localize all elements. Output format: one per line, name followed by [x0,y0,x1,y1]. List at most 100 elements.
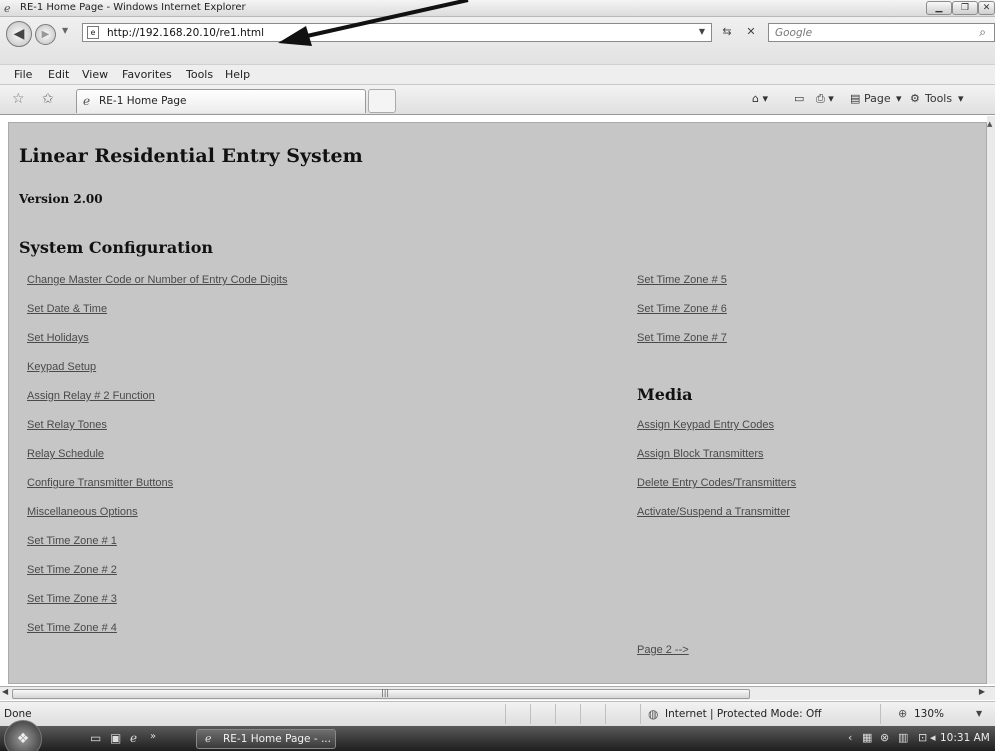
link-change-master-code[interactable]: Change Master Code or Number of Entry Co… [27,274,287,286]
link-activate-suspend-transmitter[interactable]: Activate/Suspend a Transmitter [637,506,790,518]
vertical-scrollbar[interactable]: ▲ [987,116,995,684]
scrollbar-thumb[interactable]: ||| [12,688,750,699]
forward-arrow-icon: ▶ [41,29,50,40]
link-page-2[interactable]: Page 2 --> [637,644,689,656]
link-set-time-zone-3[interactable]: Set Time Zone # 3 [27,593,117,605]
menu-help[interactable]: Help [225,68,250,81]
restore-button[interactable]: ❐ [952,1,978,15]
window-title: RE-1 Home Page - Windows Internet Explor… [20,2,246,13]
close-button[interactable]: ✕ [978,1,995,15]
scrollbar-grip-icon: ||| [381,688,390,697]
address-input[interactable]: e http://192.168.20.10/re1.html ▼ [82,23,712,42]
link-set-time-zone-5[interactable]: Set Time Zone # 5 [637,274,727,286]
link-set-date-time[interactable]: Set Date & Time [27,303,107,315]
link-set-time-zone-4[interactable]: Set Time Zone # 4 [27,622,117,634]
status-divider [505,704,506,724]
link-set-time-zone-1[interactable]: Set Time Zone # 1 [27,535,117,547]
switch-windows-icon[interactable]: ▣ [110,731,121,745]
security-zone[interactable]: Internet | Protected Mode: Off [665,708,821,720]
ie-page-icon: ℯ [83,94,91,108]
minimize-button[interactable]: ▁ [926,1,952,15]
status-divider [640,704,641,724]
tray-security-icon[interactable]: ⊗ [880,731,889,744]
status-divider [530,704,531,724]
link-set-holidays[interactable]: Set Holidays [27,332,89,344]
back-button[interactable]: ◀ [6,21,32,47]
window-title-bar[interactable]: ℯ RE-1 Home Page - Windows Internet Expl… [0,0,995,17]
page-dropdown-icon: ▾ [896,92,902,105]
show-desktop-icon[interactable]: ▭ [90,731,101,745]
menu-favorites[interactable]: Favorites [122,68,172,81]
link-set-time-zone-7[interactable]: Set Time Zone # 7 [637,332,727,344]
add-favorite-icon[interactable]: ✩ [42,91,54,107]
taskbar-ie-window[interactable]: ℯ RE-1 Home Page - ... [196,729,336,749]
address-dropdown-icon[interactable]: ▼ [699,27,705,36]
scroll-up-arrow-icon[interactable]: ▲ [987,120,992,128]
link-set-relay-tones[interactable]: Set Relay Tones [27,419,107,431]
search-input[interactable]: Google ⌕ [768,23,995,42]
link-configure-transmitter-buttons[interactable]: Configure Transmitter Buttons [27,477,173,489]
tab-label: RE-1 Home Page [99,95,187,107]
page-title: Linear Residential Entry System [19,145,363,167]
page-menu-icon: ▤ [850,92,861,105]
print-icon[interactable]: ⎙ ▾ [816,92,834,106]
search-icon[interactable]: ⌕ [979,25,986,40]
media-heading: Media [637,385,693,404]
tray-device-icon[interactable]: ▥ [898,731,908,744]
menu-edit[interactable]: Edit [48,68,69,81]
new-tab-button[interactable] [368,89,396,113]
menu-file[interactable]: File [14,68,32,81]
link-set-time-zone-6[interactable]: Set Time Zone # 6 [637,303,727,315]
link-set-time-zone-2[interactable]: Set Time Zone # 2 [27,564,117,576]
clock[interactable]: 10:31 AM [940,732,990,744]
home-icon[interactable]: ⌂ ▾ [752,92,768,105]
link-delete-entry-codes[interactable]: Delete Entry Codes/Transmitters [637,477,796,489]
status-divider [880,704,881,724]
menu-tools[interactable]: Tools [186,68,213,81]
status-divider [605,704,606,724]
version-label: Version 2.00 [19,192,103,206]
volume-icon[interactable]: ◂ [930,731,936,744]
page-menu-button[interactable]: Page [864,92,891,105]
tools-menu-button[interactable]: Tools [925,92,952,105]
zoom-level[interactable]: 130% [914,708,944,720]
horizontal-scrollbar[interactable]: ◀ ||| ▶ [0,686,995,700]
address-url: http://192.168.20.10/re1.html [107,27,265,39]
ie-quicklaunch-icon[interactable]: ℯ [130,731,137,745]
link-assign-block-transmitters[interactable]: Assign Block Transmitters [637,448,764,460]
network-icon[interactable]: ⊡ [918,731,927,744]
start-button[interactable]: ❖ [4,720,42,751]
taskbar: ❖ ▭ ▣ ℯ » ℯ RE-1 Home Page - ... ‹ ▦ ⊗ ▥… [0,720,995,751]
refresh-button[interactable]: ⇆ [716,23,738,42]
tray-app-icon[interactable]: ▦ [862,731,872,744]
globe-icon: ◍ [648,707,659,721]
stop-button[interactable]: ✕ [740,23,762,42]
status-divider [555,704,556,724]
address-toolbar: ◀ ▶ ▼ e http://192.168.20.10/re1.html ▼ … [0,17,995,64]
tray-expand-icon[interactable]: ‹ [848,731,852,744]
ie-logo-icon: ℯ [4,2,11,15]
status-divider [580,704,581,724]
zoom-magnifier-icon: ⊕ [898,707,908,720]
stop-icon: ✕ [746,25,756,38]
scroll-left-arrow-icon[interactable]: ◀ [2,687,8,696]
status-bar: Done ◍ Internet | Protected Mode: Off ⊕ … [0,701,995,726]
forward-button[interactable]: ▶ [35,24,56,45]
menu-view[interactable]: View [82,68,108,81]
quicklaunch-more-icon[interactable]: » [150,731,156,742]
history-dropdown-icon[interactable]: ▼ [62,26,68,35]
scroll-right-arrow-icon[interactable]: ▶ [979,687,985,696]
page-icon: e [87,26,99,39]
zoom-dropdown-icon[interactable]: ▼ [976,709,982,718]
link-assign-keypad-entry-codes[interactable]: Assign Keypad Entry Codes [637,419,774,431]
link-keypad-setup[interactable]: Keypad Setup [27,361,96,373]
feeds-icon[interactable]: ▭ [794,92,804,105]
link-miscellaneous-options[interactable]: Miscellaneous Options [27,506,138,518]
favorites-star-icon[interactable]: ☆ [12,91,25,107]
search-placeholder: Google [775,27,813,39]
tab-bar: ☆ ✩ ℯ RE-1 Home Page ⌂ ▾ ▭ ⎙ ▾ ▤ Page ▾ … [0,85,995,115]
tab-re1-home[interactable]: ℯ RE-1 Home Page [76,89,366,113]
link-assign-relay-2[interactable]: Assign Relay # 2 Function [27,390,155,402]
refresh-icon: ⇆ [722,25,732,38]
link-relay-schedule[interactable]: Relay Schedule [27,448,104,460]
